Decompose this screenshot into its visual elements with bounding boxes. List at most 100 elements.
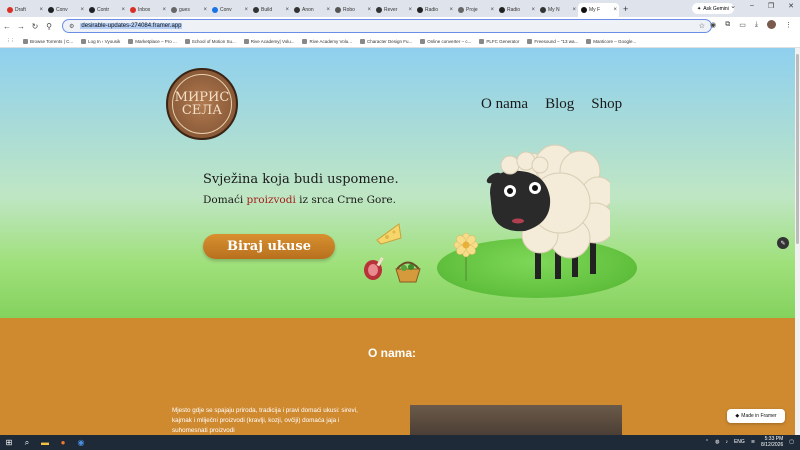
chevron-down-icon[interactable]: ⌄ xyxy=(730,2,736,10)
bookmark-label: Rive Academy Volu... xyxy=(309,38,353,44)
ham-icon[interactable] xyxy=(362,255,388,283)
close-tab-icon[interactable]: × xyxy=(244,7,248,13)
basket-icon[interactable] xyxy=(393,258,423,284)
clock[interactable]: 5:33 PM 8/12/2026 xyxy=(761,436,783,448)
browser-tab[interactable]: gues × xyxy=(168,3,209,17)
about-section: O nama: Mjesto gdje se spajaju priroda, … xyxy=(0,318,800,435)
firefox-icon[interactable]: ● xyxy=(54,435,72,450)
bookmark-item[interactable]: PLFC Generator xyxy=(479,38,519,44)
file-explorer-icon[interactable]: ▬ xyxy=(36,435,54,450)
back-button[interactable]: ← xyxy=(0,22,14,31)
bookmark-item[interactable]: Manticore – Google... xyxy=(586,38,637,44)
bookmark-label: Manticore – Google... xyxy=(593,38,637,44)
search-icon[interactable]: ⌕ xyxy=(18,435,36,450)
ask-gemini-button[interactable]: ✦ Ask Gemini xyxy=(692,3,734,14)
browser-tab[interactable]: Build × xyxy=(250,3,291,17)
bookmark-item[interactable]: Online converter – c... xyxy=(420,38,471,44)
tab-label: Radio xyxy=(507,7,521,13)
close-window-button[interactable]: ✕ xyxy=(788,2,794,10)
browser-tab[interactable]: Inbox × xyxy=(127,3,168,17)
chrome-icon[interactable]: ◉ xyxy=(72,435,90,450)
bookmark-item[interactable]: Character Design Fu... xyxy=(360,38,412,44)
site-logo[interactable]: МИРИС СЕЛА xyxy=(166,68,238,140)
close-tab-icon[interactable]: × xyxy=(80,7,84,13)
tab-favicon-icon xyxy=(335,7,341,13)
bookmark-item[interactable]: Log In ‹ Vyousik xyxy=(81,38,121,44)
browser-tab[interactable]: Rever × xyxy=(373,3,414,17)
nav-o-nama[interactable]: O nama xyxy=(481,96,528,113)
close-tab-icon[interactable]: × xyxy=(285,7,289,13)
volume-icon[interactable]: ♪ xyxy=(725,439,728,445)
cta-button[interactable]: Biraj ukuse xyxy=(203,234,335,259)
browser-tab[interactable]: Proje × xyxy=(455,3,496,17)
close-tab-icon[interactable]: × xyxy=(39,7,43,13)
browser-tab[interactable]: Conv × xyxy=(209,3,250,17)
language-indicator[interactable]: ENG xyxy=(734,439,745,445)
extension-icon[interactable]: ◉ xyxy=(710,21,716,29)
browser-tab[interactable]: My N × xyxy=(537,3,578,17)
puzzle-icon[interactable]: ⧉ xyxy=(725,21,730,29)
maximize-button[interactable]: ❐ xyxy=(768,2,774,10)
scrollbar-thumb[interactable] xyxy=(796,54,799,244)
close-tab-icon[interactable]: × xyxy=(449,7,453,13)
tab-favicon-icon xyxy=(417,7,423,13)
download-icon[interactable]: ⤓ xyxy=(755,21,758,29)
tab-favicon-icon xyxy=(48,7,54,13)
browser-tab[interactable]: Draft × xyxy=(4,3,45,17)
close-tab-icon[interactable]: × xyxy=(531,7,535,13)
extensions-icon[interactable]: ⚲ xyxy=(42,22,56,31)
network-icon[interactable]: ◍ xyxy=(715,439,719,445)
close-tab-icon[interactable]: × xyxy=(408,7,412,13)
tab-label: Conv xyxy=(56,7,68,13)
browser-tab[interactable]: My F × xyxy=(578,3,619,17)
minimize-button[interactable]: – xyxy=(750,2,754,10)
notification-icon[interactable]: ▢ xyxy=(789,439,794,445)
edit-pencil-icon[interactable]: ✎ xyxy=(777,237,789,249)
tray-chevron-icon[interactable]: ⌃ xyxy=(705,439,709,445)
made-in-framer-badge[interactable]: ◆ Made in Framer xyxy=(727,409,785,423)
cheese-icon[interactable] xyxy=(375,220,403,246)
bookmark-item[interactable]: Freesound – "13 wa... xyxy=(527,38,578,44)
new-tab-button[interactable]: + xyxy=(623,4,628,14)
url-text[interactable]: desirable-updates-274084.framer.app xyxy=(80,23,183,29)
tab-favicon-icon xyxy=(171,7,177,13)
site-info-icon[interactable]: ⚙ xyxy=(69,23,74,30)
nav-shop[interactable]: Shop xyxy=(591,96,622,113)
close-tab-icon[interactable]: × xyxy=(367,7,371,13)
sidepanel-icon[interactable]: ▭ xyxy=(739,21,746,29)
browser-tab[interactable]: Contr × xyxy=(86,3,127,17)
close-tab-icon[interactable]: × xyxy=(203,7,207,13)
wifi-icon[interactable]: ≋ xyxy=(751,439,755,445)
framer-badge-label: Made in Framer xyxy=(741,413,777,419)
bookmark-star-icon[interactable]: ☆ xyxy=(699,22,705,30)
windows-start-icon[interactable]: ⊞ xyxy=(0,435,18,450)
close-tab-icon[interactable]: × xyxy=(162,7,166,13)
close-tab-icon[interactable]: × xyxy=(490,7,494,13)
close-tab-icon[interactable]: × xyxy=(326,7,330,13)
reload-button[interactable]: ↻ xyxy=(28,22,42,31)
bookmark-label: Log In ‹ Vyousik xyxy=(88,38,121,44)
browser-tab[interactable]: Radio × xyxy=(414,3,455,17)
menu-icon[interactable]: ⋮ xyxy=(785,21,792,29)
forward-button[interactable]: → xyxy=(14,22,28,31)
browser-tab[interactable]: Radio × xyxy=(496,3,537,17)
bookmark-item[interactable]: School of Motion Su... xyxy=(184,38,236,44)
bookmark-item[interactable]: Rive Academy Volu... xyxy=(302,38,353,44)
browser-tab[interactable]: Anon × xyxy=(291,3,332,17)
bookmark-item[interactable]: Browse Torrents | C... xyxy=(23,38,73,44)
bookmark-favicon-icon xyxy=(360,38,366,44)
close-tab-icon[interactable]: × xyxy=(613,7,617,13)
profile-avatar[interactable] xyxy=(767,20,776,29)
gemini-icon: ✦ xyxy=(697,5,702,12)
close-tab-icon[interactable]: × xyxy=(572,7,576,13)
address-bar[interactable]: ⚙ desirable-updates-274084.framer.app ☆ xyxy=(62,19,712,33)
bookmark-item[interactable]: Marketplace – Pro ... xyxy=(128,38,177,44)
browser-tab[interactable]: Robo × xyxy=(332,3,373,17)
framer-logo-icon: ◆ xyxy=(735,413,740,419)
page-scrollbar[interactable] xyxy=(795,48,800,435)
apps-grid-icon[interactable]: ⋮⋮ xyxy=(6,38,15,44)
browser-tab[interactable]: Conv × xyxy=(45,3,86,17)
close-tab-icon[interactable]: × xyxy=(121,7,125,13)
nav-blog[interactable]: Blog xyxy=(545,96,574,113)
bookmark-item[interactable]: Rive Academy| Volu... xyxy=(243,38,294,44)
